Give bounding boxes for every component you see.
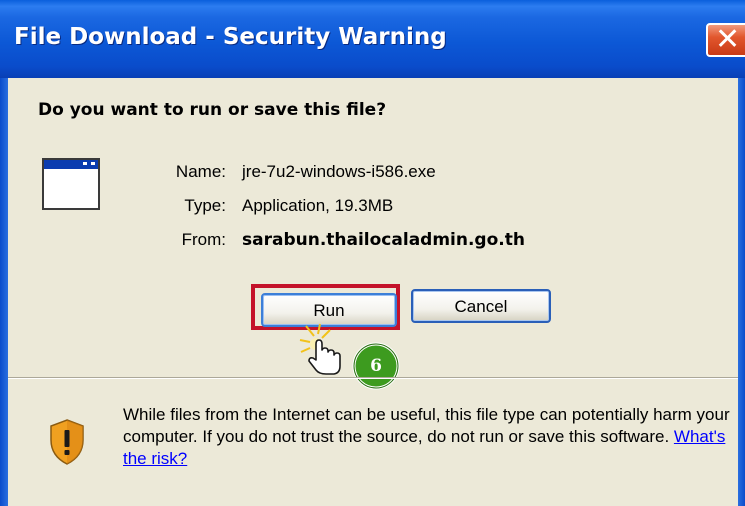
security-warning-text: While files from the Internet can be use…: [123, 404, 733, 470]
type-value: Application, 19.3MB: [242, 196, 394, 215]
step-number: 6: [370, 356, 382, 376]
divider: [8, 377, 738, 379]
close-icon: ✕: [715, 22, 741, 57]
from-label: From:: [181, 230, 226, 249]
window-frame-right: [738, 78, 745, 506]
warning-message: While files from the Internet can be use…: [123, 405, 730, 446]
type-label: Type:: [184, 196, 226, 215]
window-title: File Download - Security Warning: [14, 24, 447, 50]
dialog-heading: Do you want to run or save this file?: [38, 100, 387, 120]
title-bar[interactable]: File Download - Security Warning ✕: [0, 0, 745, 78]
close-button[interactable]: ✕: [706, 22, 745, 57]
file-download-dialog: File Download - Security Warning ✕ Do yo…: [0, 0, 745, 506]
name-value: jre-7u2-windows-i586.exe: [242, 162, 436, 181]
window-frame-left: [0, 78, 8, 506]
security-shield-icon: [50, 419, 84, 465]
cancel-button[interactable]: Cancel: [411, 289, 551, 323]
hand-pointer-icon: [299, 323, 341, 375]
from-value: sarabun.thailocaladmin.go.th: [242, 230, 525, 250]
name-label: Name:: [175, 162, 226, 181]
